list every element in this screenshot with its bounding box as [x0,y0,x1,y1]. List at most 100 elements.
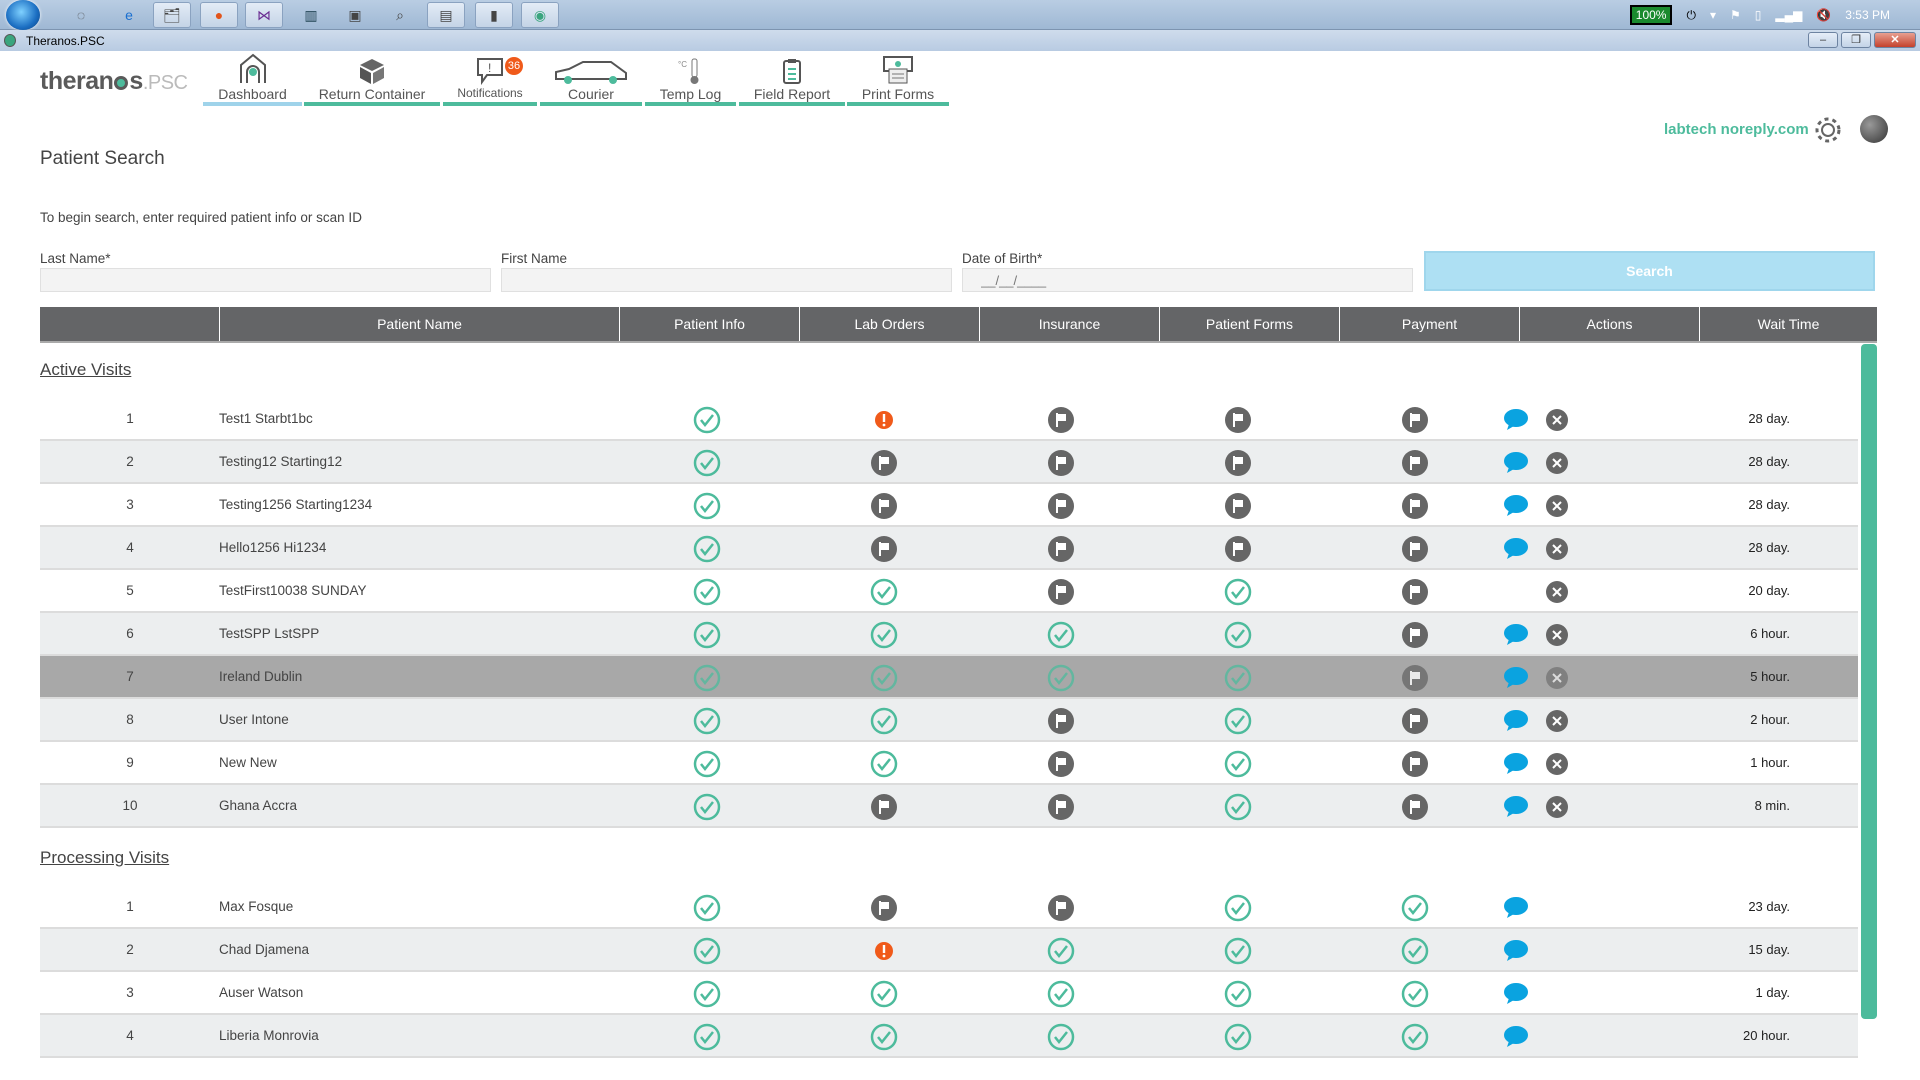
patient-name[interactable]: Testing1256 Starting1234 [219,497,372,512]
column-header-patient-info[interactable]: Patient Info [619,307,799,341]
column-header-lab-orders[interactable]: Lab Orders [799,307,979,341]
table-row[interactable]: 8 User Intone 2 hour. [40,699,1858,742]
cancel-visit-icon[interactable] [1545,752,1569,779]
patient-info-check-circle-icon[interactable] [693,937,721,965]
chat-icon[interactable] [1503,666,1529,693]
patient-name[interactable]: User Intone [219,712,289,727]
patient-forms-check-circle-icon[interactable] [1224,793,1252,821]
signal-icon[interactable]: ▂▄▆ [1775,8,1802,22]
start-button[interactable] [6,0,40,30]
column-header-patient-name[interactable]: Patient Name [219,307,619,341]
globe-icon[interactable] [1860,115,1888,143]
theranos-app-icon[interactable]: ◉ [521,2,559,28]
lab-orders-flag-icon[interactable] [870,492,898,520]
patient-forms-check-circle-icon[interactable] [1224,578,1252,606]
nav-tab-return-container[interactable]: Return Container [304,51,440,106]
gear-icon[interactable] [1813,115,1843,145]
patient-name[interactable]: New New [219,755,277,770]
lab-orders-flag-icon[interactable] [870,894,898,922]
dob-input[interactable] [962,268,1413,292]
patient-info-check-circle-icon[interactable] [693,492,721,520]
patient-info-check-circle-icon[interactable] [693,793,721,821]
cancel-visit-icon[interactable] [1545,494,1569,521]
chat-icon[interactable] [1503,939,1529,966]
minimize-button[interactable]: – [1808,32,1838,48]
patient-forms-check-circle-icon[interactable] [1224,937,1252,965]
last-name-input[interactable] [40,268,491,292]
column-header-patient-forms[interactable]: Patient Forms [1159,307,1339,341]
payment-flag-icon[interactable] [1401,492,1429,520]
explorer-icon[interactable]: 🗂 [153,2,191,28]
patient-forms-flag-icon[interactable] [1224,406,1252,434]
cancel-visit-icon[interactable] [1545,408,1569,435]
insurance-check-circle-icon[interactable] [1047,1023,1075,1051]
cancel-visit-icon[interactable] [1545,709,1569,736]
nav-tab-print-forms[interactable]: Print Forms [847,51,949,106]
column-header-actions[interactable]: Actions [1519,307,1699,341]
table-row[interactable]: 6 TestSPP LstSPP 6 hour. [40,613,1858,656]
patient-info-check-circle-icon[interactable] [693,449,721,477]
table-row[interactable]: 2 Chad Djamena 15 day. [40,929,1858,972]
patient-forms-check-circle-icon[interactable] [1224,1023,1252,1051]
lab-orders-check-circle-icon[interactable] [870,664,898,692]
patient-forms-check-circle-icon[interactable] [1224,707,1252,735]
table-row[interactable]: 3 Auser Watson 1 day. [40,972,1858,1015]
app-icon[interactable]: ▮ [475,2,513,28]
ie-icon[interactable]: e [110,2,148,28]
patient-name[interactable]: TestFirst10038 SUNDAY [219,583,367,598]
patient-forms-check-circle-icon[interactable] [1224,980,1252,1008]
insurance-flag-icon[interactable] [1047,750,1075,778]
insurance-flag-icon[interactable] [1047,535,1075,563]
patient-forms-flag-icon[interactable] [1224,449,1252,477]
nav-tab-field-report[interactable]: Field Report [739,51,845,106]
payment-flag-icon[interactable] [1401,449,1429,477]
payment-check-circle-icon[interactable] [1401,937,1429,965]
chat-icon[interactable] [1503,709,1529,736]
table-row[interactable]: 5 TestFirst10038 SUNDAY 20 day. [40,570,1858,613]
lab-orders-check-circle-icon[interactable] [870,980,898,1008]
patient-name[interactable]: Ghana Accra [219,798,297,813]
patient-info-check-circle-icon[interactable] [693,664,721,692]
loading-icon[interactable]: ◌ [62,2,100,28]
chat-icon[interactable] [1503,1025,1529,1052]
nav-tab-temp-log[interactable]: °C Temp Log [645,51,736,106]
patient-info-check-circle-icon[interactable] [693,894,721,922]
cancel-visit-icon[interactable] [1545,666,1569,693]
patient-info-check-circle-icon[interactable] [693,750,721,778]
cancel-visit-icon[interactable] [1545,451,1569,478]
cancel-visit-icon[interactable] [1545,795,1569,822]
lab-orders-check-circle-icon[interactable] [870,750,898,778]
patient-info-check-circle-icon[interactable] [693,578,721,606]
patient-name[interactable]: TestSPP LstSPP [219,626,319,641]
cancel-visit-icon[interactable] [1545,537,1569,564]
nav-tab-courier[interactable]: Courier [540,51,642,106]
table-row[interactable]: 3 Testing1256 Starting1234 28 day. [40,484,1858,527]
insurance-check-circle-icon[interactable] [1047,621,1075,649]
table-row[interactable]: 7 Ireland Dublin 5 hour. [40,656,1858,699]
action-center-flag-icon[interactable]: ⚑ [1730,8,1741,22]
payment-flag-icon[interactable] [1401,664,1429,692]
insurance-flag-icon[interactable] [1047,707,1075,735]
payment-flag-icon[interactable] [1401,793,1429,821]
insurance-flag-icon[interactable] [1047,492,1075,520]
volume-muted-icon[interactable]: 🔇 [1816,8,1831,22]
insurance-flag-icon[interactable] [1047,793,1075,821]
column-header-payment[interactable]: Payment [1339,307,1519,341]
battery-indicator[interactable]: 100% [1629,5,1673,25]
chat-icon[interactable] [1503,494,1529,521]
chat-icon[interactable] [1503,795,1529,822]
patient-info-check-circle-icon[interactable] [693,980,721,1008]
insurance-check-circle-icon[interactable] [1047,980,1075,1008]
patient-forms-flag-icon[interactable] [1224,535,1252,563]
payment-check-circle-icon[interactable] [1401,894,1429,922]
section-active-visits[interactable]: Active Visits [40,360,131,380]
patient-name[interactable]: Test1 Starbt1bc [219,411,313,426]
column-header-wait-time[interactable]: Wait Time [1699,307,1877,341]
nav-tab-dashboard[interactable]: Dashboard [203,51,302,106]
lab-orders-flag-icon[interactable] [870,535,898,563]
payment-flag-icon[interactable] [1401,621,1429,649]
power-plug-icon[interactable]: ⏻ [1686,8,1696,23]
insurance-flag-icon[interactable] [1047,894,1075,922]
chat-icon[interactable] [1503,537,1529,564]
patient-info-check-circle-icon[interactable] [693,406,721,434]
